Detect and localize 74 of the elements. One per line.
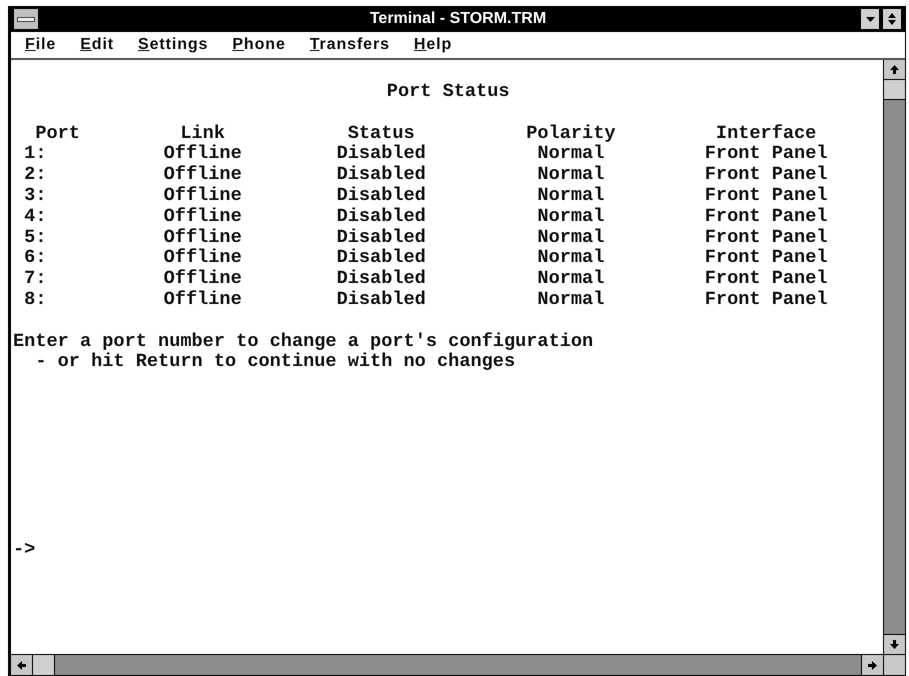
table-cell: Disabled (336, 268, 426, 290)
table-cell: Disabled (336, 247, 426, 268)
screen-heading: Port Status (386, 82, 510, 103)
system-menu-button[interactable] (13, 8, 39, 30)
table-cell: Offline (164, 268, 242, 290)
column-header: Status (348, 122, 415, 144)
table-cell: 8: (24, 288, 46, 310)
minimize-button[interactable] (860, 8, 880, 30)
table-cell: Offline (164, 206, 242, 227)
table-cell: Disabled (336, 288, 426, 310)
horizontal-scrollbar[interactable] (11, 655, 883, 675)
table-cell: Normal (537, 247, 604, 268)
triangle-down-icon (866, 16, 874, 22)
bar-icon (17, 16, 35, 22)
table-cell: 6: (24, 247, 46, 268)
table-cell: Offline (164, 288, 242, 310)
table-cell: Disabled (336, 143, 426, 164)
table-cell: Disabled (336, 226, 426, 248)
menu-item[interactable]: Help (402, 34, 464, 56)
prompt-text: -> (13, 538, 36, 560)
table-cell: Disabled (336, 184, 426, 206)
table-cell: 3: (24, 184, 46, 206)
table-cell: Front Panel (704, 247, 828, 268)
scroll-up-button[interactable] (884, 60, 905, 80)
table-cell: Front Panel (704, 226, 828, 248)
table-cell: Offline (164, 164, 242, 186)
restore-button[interactable] (882, 8, 902, 30)
table-cell: Front Panel (704, 164, 828, 186)
vertical-scrollbar[interactable] (883, 60, 905, 654)
table-cell: Disabled (336, 206, 426, 227)
table-cell: 5: (24, 226, 46, 248)
table-cell: Front Panel (704, 184, 828, 206)
table-cell: 4: (24, 206, 46, 227)
table-cell: Front Panel (704, 268, 828, 290)
arrow-up-icon (890, 65, 899, 74)
message-text: Enter a port number to change a port's configuration (13, 330, 594, 352)
table-cell: Normal (537, 143, 604, 164)
table-cell: Normal (537, 184, 604, 206)
arrow-left-icon (17, 660, 26, 670)
table-cell: Disabled (336, 164, 426, 186)
table-cell: 7: (24, 268, 46, 290)
table-cell: Offline (164, 247, 242, 268)
column-header: Interface (716, 122, 816, 144)
scroll-thumb[interactable] (33, 655, 55, 675)
table-cell: Normal (537, 226, 604, 248)
table-cell: 1: (24, 143, 46, 164)
arrow-down-icon (890, 640, 899, 649)
up-down-arrows-icon (888, 13, 896, 25)
menu-item[interactable]: Transfers (298, 34, 402, 56)
table-cell: Normal (537, 268, 604, 290)
table-cell: Offline (164, 184, 242, 206)
column-header: Polarity (526, 122, 616, 144)
arrow-right-icon (868, 660, 877, 670)
column-header: Port (35, 122, 80, 144)
scroll-right-button[interactable] (861, 655, 883, 675)
scroll-thumb[interactable] (884, 80, 905, 100)
scroll-down-button[interactable] (884, 634, 905, 654)
table-cell: Offline (164, 226, 242, 248)
table-cell: Front Panel (704, 143, 828, 164)
menu-item[interactable]: Settings (126, 34, 220, 56)
table-cell: Offline (164, 143, 242, 164)
message-text: - or hit Return to continue with no changes (35, 351, 516, 372)
table-cell: Normal (537, 206, 604, 227)
menu-item[interactable]: Phone (220, 34, 298, 56)
window-title: Terminal - STORM.TRM (370, 10, 546, 28)
table-cell: 2: (24, 164, 46, 186)
table-cell: Normal (537, 288, 604, 310)
table-cell: Normal (537, 164, 604, 186)
scroll-left-button[interactable] (11, 655, 33, 675)
menu-item[interactable]: File (13, 34, 68, 56)
menu-item[interactable]: Edit (68, 34, 126, 56)
column-header: Link (180, 122, 225, 144)
table-cell: Front Panel (704, 288, 828, 310)
table-cell: Front Panel (704, 206, 828, 227)
